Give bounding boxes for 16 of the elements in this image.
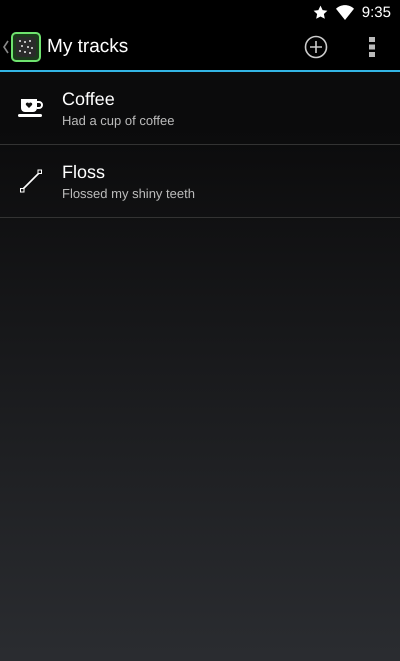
track-name: Coffee (62, 88, 116, 110)
coffee-cup-icon (18, 97, 44, 119)
back-caret-icon[interactable] (3, 40, 9, 54)
clock-time: 9:35 (362, 4, 391, 20)
track-list-item[interactable]: Coffee Had a cup of coffee (0, 72, 400, 145)
line-segment-icon (19, 169, 43, 193)
track-name: Floss (62, 162, 106, 182)
track-description: Flossed my shiny teeth (62, 186, 195, 200)
star-icon (312, 4, 328, 20)
app-icon[interactable] (11, 32, 41, 62)
track-list-item[interactable]: Floss Flossed my shiny teeth (0, 145, 400, 218)
track-description: Had a cup of coffee (62, 112, 175, 128)
add-icon[interactable] (304, 35, 328, 59)
wifi-icon (336, 4, 354, 20)
screen-title: My tracks (47, 36, 130, 58)
overflow-menu-icon[interactable] (369, 37, 375, 57)
